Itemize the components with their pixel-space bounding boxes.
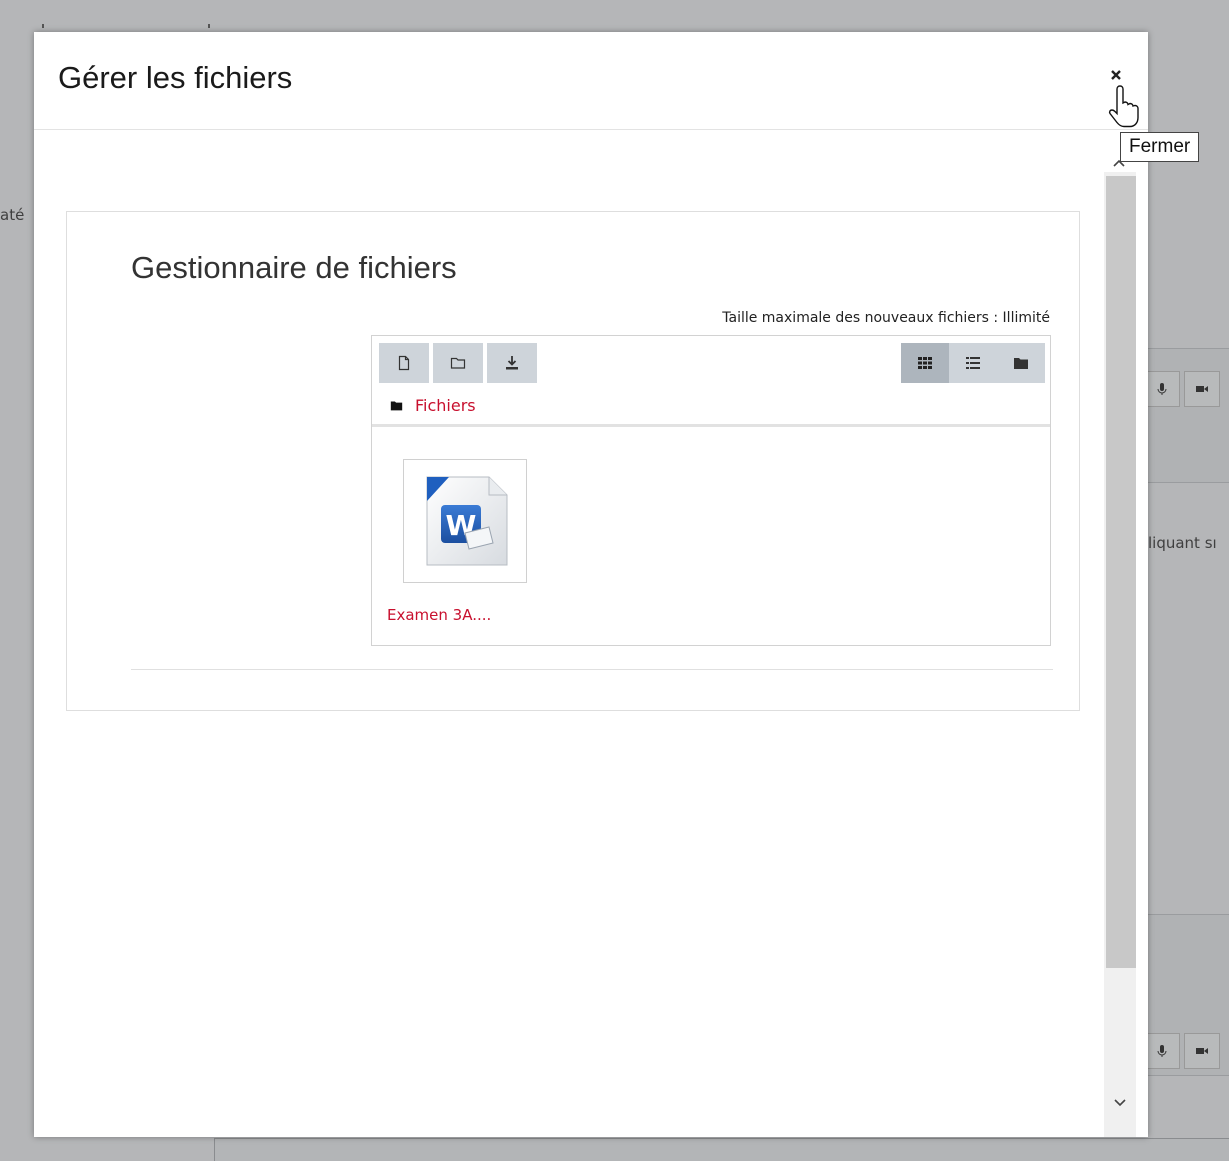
dialog-title: Gérer les fichiers bbox=[58, 60, 293, 95]
folder-add-icon bbox=[450, 357, 466, 369]
close-tooltip: Fermer bbox=[1120, 132, 1200, 162]
bg-row bbox=[1144, 914, 1229, 1076]
video-camera-icon[interactable] bbox=[1184, 371, 1220, 407]
grid-view-icon bbox=[918, 357, 932, 369]
microphone-icon[interactable] bbox=[1144, 371, 1180, 407]
file-manager-card: Gestionnaire de fichiers Taille maximale… bbox=[66, 211, 1080, 711]
tree-view-button[interactable] bbox=[997, 343, 1045, 383]
scrollbar-thumb[interactable] bbox=[1106, 176, 1136, 968]
bg-tick bbox=[208, 24, 210, 28]
file-manager-toolbar: Fichiers bbox=[372, 336, 1050, 427]
download-button[interactable] bbox=[487, 343, 537, 383]
add-file-button[interactable] bbox=[379, 343, 429, 383]
breadcrumb-link-files[interactable]: Fichiers bbox=[415, 396, 476, 415]
folder-icon bbox=[1014, 358, 1028, 369]
file-name-link[interactable]: Examen 3A.... bbox=[387, 606, 491, 624]
bg-tick bbox=[42, 24, 44, 28]
close-icon[interactable] bbox=[1110, 66, 1122, 85]
list-view-icon bbox=[966, 357, 980, 369]
bg-text-fragment: até bbox=[0, 206, 25, 224]
bg-row bbox=[1144, 348, 1229, 483]
grid-view-button[interactable] bbox=[901, 343, 949, 383]
breadcrumb: Fichiers bbox=[390, 396, 476, 415]
bg-text-fragment: liquant sı bbox=[1148, 534, 1217, 552]
file-add-icon bbox=[398, 355, 410, 371]
file-thumbnail[interactable]: W bbox=[403, 459, 527, 583]
folder-icon bbox=[390, 401, 403, 411]
microphone-icon[interactable] bbox=[1144, 1033, 1180, 1069]
download-icon bbox=[506, 356, 518, 370]
scroll-down-arrow-icon[interactable] bbox=[1113, 1094, 1127, 1107]
divider bbox=[131, 669, 1053, 670]
file-manager: Fichiers W Examen 3A.... bbox=[371, 335, 1051, 646]
list-view-button[interactable] bbox=[949, 343, 997, 383]
dialog-header: Gérer les fichiers bbox=[34, 32, 1148, 130]
video-camera-icon[interactable] bbox=[1184, 1033, 1220, 1069]
file-manager-title: Gestionnaire de fichiers bbox=[131, 250, 457, 285]
create-folder-button[interactable] bbox=[433, 343, 483, 383]
max-file-size-label: Taille maximale des nouveaux fichiers : … bbox=[722, 310, 1050, 326]
manage-files-dialog: Gérer les fichiers Gestionnaire de fichi… bbox=[34, 32, 1200, 1137]
bg-panel bbox=[214, 1138, 1229, 1161]
close-button[interactable] bbox=[1110, 66, 1128, 84]
word-document-icon: W bbox=[426, 476, 508, 566]
